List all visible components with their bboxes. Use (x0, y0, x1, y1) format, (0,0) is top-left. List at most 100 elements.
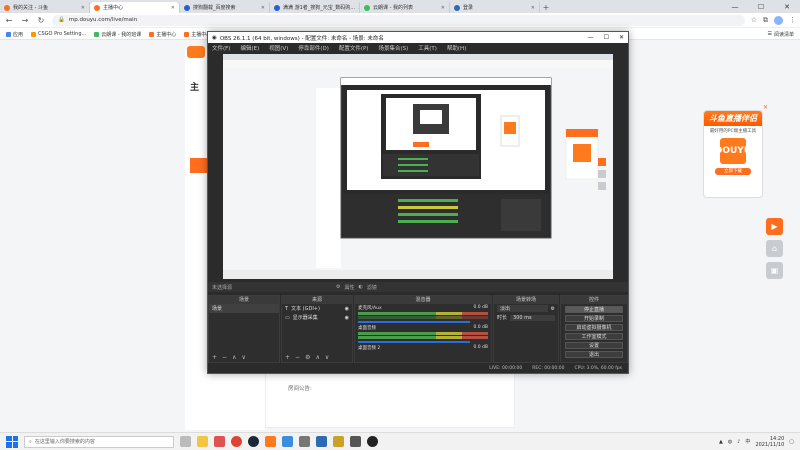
volume-icon[interactable]: ♪ (737, 439, 740, 445)
browser-tab[interactable]: 我的关注 - 斗鱼 ✕ (0, 2, 90, 13)
obs-icon[interactable] (367, 436, 378, 447)
add-icon[interactable]: + (285, 354, 290, 361)
scenes-dock: 场景 场景 + − ∧ ∨ (208, 295, 280, 363)
properties-label[interactable]: 属性 (345, 284, 355, 291)
close-icon[interactable]: ✕ (441, 5, 445, 11)
obs-preview[interactable] (223, 54, 613, 279)
scene-item[interactable]: 场景 (209, 304, 279, 313)
minimize-icon[interactable]: — (722, 0, 748, 13)
filters-label[interactable]: 滤镜 (367, 284, 377, 291)
douyu-logo-icon[interactable] (187, 46, 205, 58)
windows-start-icon[interactable] (6, 435, 18, 448)
menu-scene-collection[interactable]: 场景集合(S) (378, 44, 408, 52)
reload-icon[interactable]: ↻ (36, 16, 46, 25)
notification-icon[interactable]: ▢ (789, 439, 794, 445)
bookmark-item[interactable]: CSGO Pro Setting... (31, 31, 86, 37)
star-icon[interactable]: ☆ (751, 16, 757, 24)
browser-tab[interactable]: 满满 游1者_搜狗_元宝_数码购...✕ (270, 2, 360, 13)
eye-icon[interactable]: ◉ (345, 306, 349, 312)
app-icon[interactable] (350, 436, 361, 447)
source-item[interactable]: ▭ 显示器采集 ◉ (282, 313, 352, 322)
start-recording-button[interactable]: 开始录制 (565, 315, 623, 322)
extensions-icon[interactable]: ⧉ (763, 16, 768, 25)
remove-icon[interactable]: − (222, 354, 227, 361)
app-icon[interactable] (333, 436, 344, 447)
exit-button[interactable]: 退出 (565, 351, 623, 358)
steam-icon[interactable] (248, 436, 259, 447)
promo-card[interactable]: 斗鱼直播伴侣 最好用的PC端主播工具 DOUYU 立即下载 (703, 110, 763, 198)
gear-icon[interactable]: ⚙ (305, 354, 310, 361)
forward-icon[interactable]: → (20, 16, 30, 25)
maximize-icon[interactable]: ☐ (748, 0, 774, 13)
gear-icon[interactable]: ⚙ (551, 306, 555, 312)
move-down-icon[interactable]: ∨ (241, 354, 245, 361)
tray-icon[interactable]: ▲ (719, 439, 723, 445)
settings-button[interactable]: 设置 (565, 342, 623, 349)
volume-slider[interactable] (358, 321, 470, 323)
browser-tab[interactable]: 登录 ✕ (450, 2, 540, 13)
bookmark-item[interactable]: 云朗课 - 我的班课 (94, 31, 141, 38)
app-icon[interactable]: ▣ (766, 262, 783, 279)
chrome-icon[interactable] (231, 436, 242, 447)
menu-tools[interactable]: 工具(T) (418, 44, 437, 52)
ime-icon[interactable]: 中 (745, 438, 750, 445)
transition-duration[interactable]: 时长 300 ms (494, 313, 558, 322)
volume-slider[interactable] (358, 341, 470, 343)
task-view-icon[interactable] (180, 436, 191, 447)
menu-profile[interactable]: 配置文件(P) (339, 44, 369, 52)
file-explorer-icon[interactable] (197, 436, 208, 447)
home-icon[interactable]: ⌂ (766, 240, 783, 257)
reading-list[interactable]: ☰ 阅读清单 (768, 31, 795, 38)
move-up-icon[interactable]: ∧ (232, 354, 236, 361)
stop-streaming-button[interactable]: 停止直播 (565, 306, 623, 313)
menu-file[interactable]: 文件(F) (212, 44, 230, 52)
close-icon[interactable]: ✕ (81, 5, 85, 11)
eye-icon[interactable]: ◉ (345, 315, 349, 321)
transition-select[interactable]: 淡出 ⚙ (494, 304, 558, 313)
network-icon[interactable]: ◍ (728, 439, 732, 445)
browser-tab[interactable]: 搜狗翻载_百度搜索 ✕ (180, 2, 270, 13)
play-icon[interactable]: ▶ (766, 218, 783, 235)
announcement-box[interactable]: 房间公告: (265, 373, 515, 428)
close-icon[interactable]: ✕ (261, 5, 265, 11)
clock[interactable]: 14:20 2021/11/10 (755, 436, 784, 448)
douyu-icon[interactable] (265, 436, 276, 447)
browser-tab[interactable]: 云朗课 - 我的列表 ✕ (360, 2, 450, 13)
promo-download-button[interactable]: 立即下载 (715, 168, 751, 175)
start-virtual-camera-button[interactable]: 启动虚拟摄像机 (565, 324, 623, 331)
menu-help[interactable]: 帮助(H) (447, 44, 466, 52)
close-window-icon[interactable]: ✕ (619, 34, 624, 41)
profile-avatar[interactable] (774, 15, 783, 25)
menu-view[interactable]: 视图(V) (269, 44, 288, 52)
close-window-icon[interactable]: ✕ (774, 0, 800, 13)
menu-edit[interactable]: 编辑(E) (240, 44, 259, 52)
move-down-icon[interactable]: ∨ (325, 354, 329, 361)
menu-docks[interactable]: 停靠部件(D) (298, 44, 329, 52)
taskbar-search[interactable]: ⌕ 在这里输入你要搜索的内容 (24, 435, 174, 448)
move-up-icon[interactable]: ∧ (315, 354, 319, 361)
app-icon[interactable] (282, 436, 293, 447)
obs-window[interactable]: ◉ OBS 26.1.1 (64 bit, windows) - 配置文件: 未… (207, 31, 629, 374)
promo-close-icon[interactable]: ✕ (763, 104, 768, 111)
app-icon[interactable] (299, 436, 310, 447)
address-bar[interactable]: 🔒 mp.douyu.com/live/main (52, 14, 745, 26)
app-icon[interactable] (316, 436, 327, 447)
rec-status: REC: 00:00:00 (532, 366, 565, 371)
new-tab-button[interactable]: + (540, 2, 552, 13)
back-icon[interactable]: ← (4, 16, 14, 25)
filter-icon[interactable]: ◐ (359, 284, 363, 290)
close-icon[interactable]: ✕ (171, 5, 175, 11)
bookmark-item[interactable]: 主播中心 (149, 31, 176, 38)
menu-icon[interactable]: ⋮ (789, 16, 796, 24)
studio-mode-button[interactable]: 工作室模式 (565, 333, 623, 340)
close-icon[interactable]: ✕ (531, 5, 535, 11)
maximize-icon[interactable]: ☐ (604, 34, 609, 41)
remove-icon[interactable]: − (295, 354, 300, 361)
gear-icon[interactable]: ⚙ (336, 284, 340, 290)
minimize-icon[interactable]: — (588, 34, 594, 41)
add-icon[interactable]: + (212, 354, 217, 361)
bookmark-apps[interactable]: 应用 (6, 31, 23, 38)
source-item[interactable]: T 文本 (GDI+) ◉ (282, 304, 352, 313)
browser-tab-active[interactable]: 主播中心 ✕ (90, 2, 180, 13)
app-icon[interactable] (214, 436, 225, 447)
